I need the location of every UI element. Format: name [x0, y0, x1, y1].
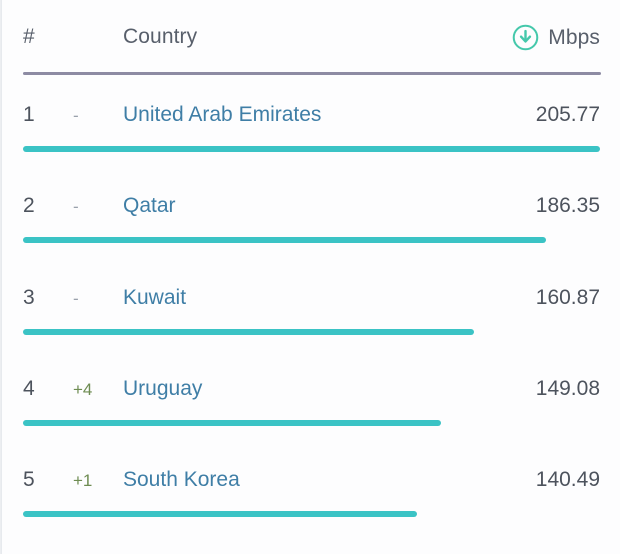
row-content: 5 +1 South Korea 140.49 — [23, 463, 600, 497]
row-country-link[interactable]: United Arab Emirates — [123, 98, 321, 132]
row-speed-bar-fill — [23, 420, 441, 426]
table-header-row: # Country Mbps — [23, 18, 600, 58]
row-speed-bar-track — [23, 511, 600, 517]
row-download-speed-value: 140.49 — [536, 463, 600, 497]
row-speed-bar-track — [23, 237, 600, 243]
row-speed-bar-fill — [23, 237, 546, 243]
row-rank-change: - — [73, 281, 79, 317]
row-download-speed-value: 160.87 — [536, 281, 600, 315]
row-rank: 5 — [23, 463, 35, 497]
row-content: 2 - Qatar 186.35 — [23, 189, 600, 223]
row-rank: 3 — [23, 281, 35, 315]
row-rank-change: - — [73, 189, 79, 225]
row-country-link[interactable]: Uruguay — [123, 372, 202, 406]
row-rank: 4 — [23, 372, 35, 406]
table-row[interactable]: 1 - United Arab Emirates 205.77 — [1, 82, 620, 173]
row-country-link[interactable]: Qatar — [123, 189, 176, 223]
column-header-unit-label: Mbps — [548, 26, 600, 50]
row-speed-bar-fill — [23, 146, 600, 152]
row-rank-change: - — [73, 98, 79, 134]
row-country-link[interactable]: South Korea — [123, 463, 240, 497]
column-header-country: Country — [123, 18, 197, 56]
row-speed-bar-fill — [23, 329, 474, 335]
row-content: 3 - Kuwait 160.87 — [23, 281, 600, 315]
row-rank: 2 — [23, 189, 35, 223]
table-row[interactable]: 3 - Kuwait 160.87 — [1, 265, 620, 356]
row-rank-change: +1 — [73, 463, 92, 499]
row-download-speed-value: 149.08 — [536, 372, 600, 406]
row-speed-bar-track — [23, 146, 600, 152]
row-rank: 1 — [23, 98, 35, 132]
row-rank-change: +4 — [73, 372, 92, 408]
column-header-download-speed: Mbps — [512, 24, 600, 51]
row-content: 1 - United Arab Emirates 205.77 — [23, 98, 600, 132]
table-row[interactable]: 4 +4 Uruguay 149.08 — [1, 356, 620, 447]
header-divider — [23, 72, 601, 75]
table-row[interactable]: 2 - Qatar 186.35 — [1, 173, 620, 264]
row-download-speed-value: 205.77 — [536, 98, 600, 132]
column-header-rank: # — [23, 18, 35, 56]
row-speed-bar-fill — [23, 511, 417, 517]
table-row[interactable]: 5 +1 South Korea 140.49 — [1, 447, 620, 538]
row-country-link[interactable]: Kuwait — [123, 281, 186, 315]
country-speed-ranking-table: # Country Mbps 1 - United Arab Emirates 205… — [0, 0, 620, 554]
download-arrow-circle-icon — [512, 24, 539, 51]
row-download-speed-value: 186.35 — [536, 189, 600, 223]
row-speed-bar-track — [23, 329, 600, 335]
row-speed-bar-track — [23, 420, 600, 426]
row-content: 4 +4 Uruguay 149.08 — [23, 372, 600, 406]
